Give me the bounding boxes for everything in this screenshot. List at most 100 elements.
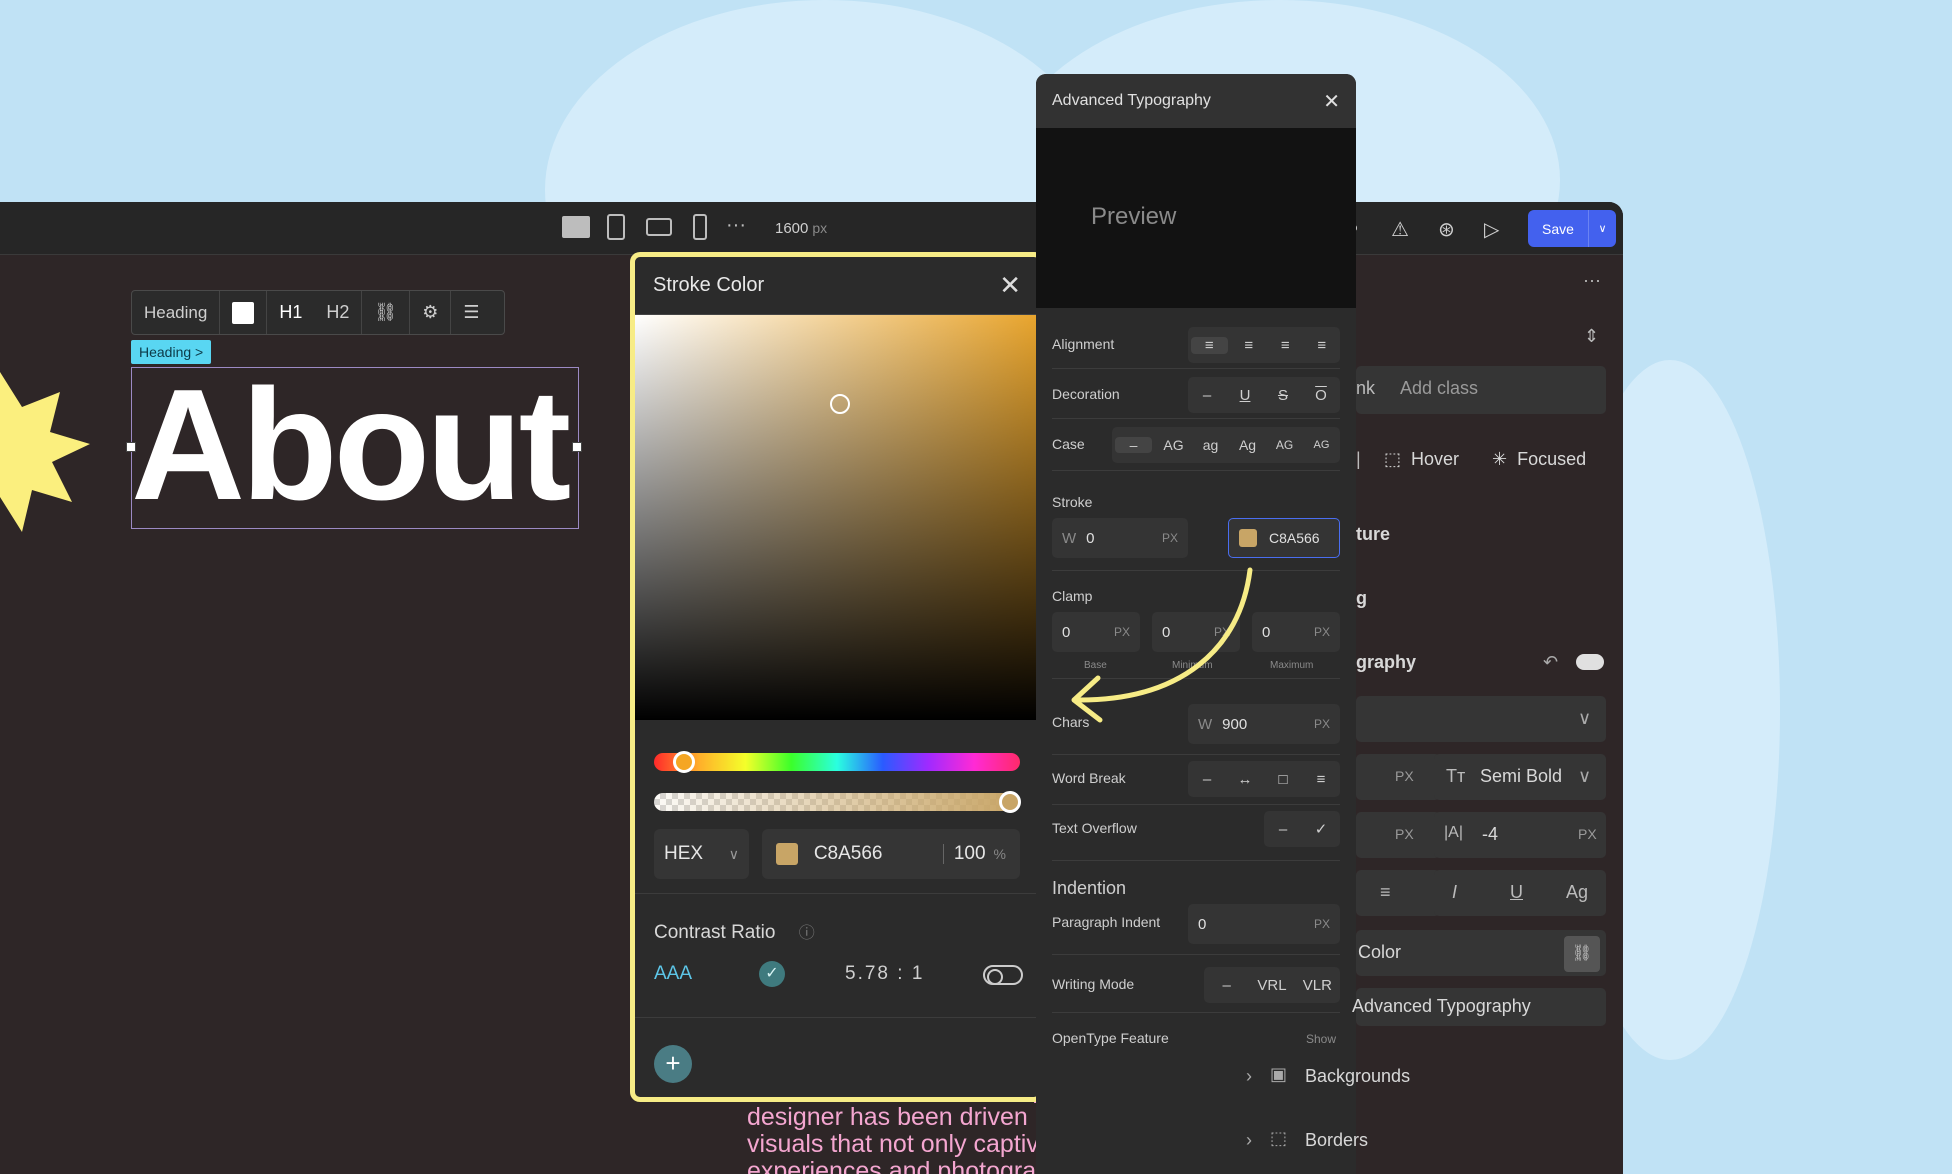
resize-handle-left[interactable] <box>126 442 136 452</box>
save-button[interactable]: Save ∨ <box>1528 210 1616 247</box>
align-center-icon[interactable]: ≡ <box>1231 337 1268 354</box>
desktop-icon[interactable] <box>562 216 590 238</box>
add-class-placeholder[interactable]: Add class <box>1400 378 1478 399</box>
break-word-icon[interactable]: ≡ <box>1302 771 1340 788</box>
case-all-small-caps[interactable]: AG <box>1303 439 1340 451</box>
state-divider: | <box>1356 449 1361 469</box>
sort-icon[interactable]: ⇕ <box>1584 326 1599 347</box>
database-icon[interactable]: ☰ <box>451 291 491 334</box>
focused-state[interactable]: ✳ Focused <box>1492 449 1586 470</box>
hue-slider[interactable] <box>654 753 1020 771</box>
backgrounds-label[interactable]: Backgrounds <box>1305 1066 1410 1087</box>
add-button[interactable]: + <box>654 1045 692 1083</box>
warning-icon[interactable]: ⚠ <box>1391 217 1409 242</box>
divider <box>635 1017 1039 1018</box>
overline-icon[interactable]: O <box>1302 387 1340 404</box>
line-height-unit: PX <box>1395 826 1414 842</box>
align-justify-icon[interactable]: ≡ <box>1304 337 1341 354</box>
info-icon[interactable]: ⓘ <box>799 925 815 942</box>
more-icon[interactable]: ··· <box>1583 270 1601 291</box>
heading-type-label[interactable]: Heading <box>132 291 221 334</box>
chevron-down-icon: ∨ <box>728 845 739 862</box>
stroke-width-input[interactable]: W0 PX <box>1052 518 1188 558</box>
canvas-width[interactable]: 1600 px <box>775 220 827 237</box>
chevron-down-icon[interactable]: ∨ <box>1589 222 1616 235</box>
align-left-icon[interactable]: ≡ <box>1191 336 1228 354</box>
chevron-right-icon[interactable]: › <box>1246 1066 1252 1087</box>
none-icon[interactable]: – <box>1188 771 1226 788</box>
section-heading[interactable]: ture <box>1356 524 1390 545</box>
align-right-icon[interactable]: ≡ <box>1267 337 1304 354</box>
divider <box>635 893 1039 894</box>
unlink-icon[interactable]: ⛓ <box>1564 936 1600 972</box>
align-right-button[interactable] <box>1356 870 1440 916</box>
section-heading[interactable]: graphy <box>1356 652 1416 673</box>
case-none[interactable]: – <box>1115 437 1152 453</box>
format-select[interactable]: HEX ∨ <box>654 829 749 879</box>
saturation-picker[interactable] <box>635 315 1039 720</box>
case-capitalize[interactable]: Ag <box>1229 437 1266 453</box>
section-heading[interactable]: g <box>1356 588 1367 609</box>
close-icon[interactable]: ✕ <box>1323 89 1340 114</box>
typography-toggle[interactable] <box>1576 654 1604 670</box>
tablet-landscape-icon[interactable] <box>646 218 672 236</box>
none-icon[interactable]: – <box>1264 821 1302 838</box>
paragraph-indent-label: Paragraph Indent <box>1052 914 1161 930</box>
borders-label[interactable]: Borders <box>1305 1130 1368 1151</box>
opacity-value[interactable]: 100 <box>954 843 986 865</box>
hover-state[interactable]: ⬚ Hover <box>1384 449 1459 470</box>
color-swatch[interactable] <box>220 291 268 334</box>
check-icon[interactable]: ✓ <box>1302 820 1340 838</box>
close-icon[interactable]: ✕ <box>999 270 1021 301</box>
contrast-toggle[interactable] <box>983 965 1023 985</box>
underline-icon[interactable]: U <box>1226 387 1264 404</box>
font-family-select[interactable] <box>1356 696 1606 742</box>
link-chip[interactable]: nk <box>1356 378 1375 399</box>
hue-knob[interactable] <box>673 751 695 773</box>
font-weight-value[interactable]: Semi Bold <box>1480 766 1562 787</box>
saturation-knob[interactable] <box>830 394 850 414</box>
tablet-icon[interactable] <box>607 214 625 240</box>
mobile-icon[interactable] <box>693 214 707 240</box>
stroke-color-input[interactable]: C8A566 <box>1228 518 1340 558</box>
alpha-slider[interactable] <box>654 793 1020 811</box>
class-input[interactable] <box>1356 366 1606 414</box>
check-icon: ✓ <box>759 961 785 987</box>
break-all-icon[interactable]: ↔ <box>1226 771 1264 788</box>
wm-vlr[interactable]: VLR <box>1295 977 1340 994</box>
resize-handle-right[interactable] <box>572 442 582 452</box>
chevron-right-icon[interactable]: › <box>1246 1130 1252 1151</box>
about-heading[interactable]: About <box>131 355 591 535</box>
play-icon[interactable]: ▷ <box>1484 217 1499 242</box>
alpha-knob[interactable] <box>999 791 1021 813</box>
format-value: HEX <box>664 843 704 864</box>
link-icon[interactable]: ⛓ <box>362 291 411 334</box>
contrast-level: AAA <box>654 963 693 984</box>
opacity-unit: % <box>993 846 1006 862</box>
paragraph-indent-input[interactable]: 0 PX <box>1188 904 1340 944</box>
case-small-caps[interactable]: AG <box>1266 438 1303 452</box>
hex-value[interactable]: C8A566 <box>814 843 943 865</box>
reset-icon[interactable]: ↶ <box>1543 652 1558 673</box>
case-uppercase[interactable]: AG <box>1155 437 1192 453</box>
backgrounds-icon: ▣ <box>1270 1064 1288 1084</box>
settings-icon[interactable]: ⚙ <box>410 291 452 334</box>
italic-icon[interactable]: I <box>1452 882 1457 903</box>
heading-toolbar: Heading H1 H2 ⛓ ⚙ ☰ <box>131 290 505 335</box>
strikethrough-icon[interactable]: S <box>1264 387 1302 404</box>
h1-button[interactable]: H1 <box>267 291 314 334</box>
case-lowercase[interactable]: ag <box>1192 437 1229 453</box>
accessibility-icon[interactable]: ⊛ <box>1438 217 1455 242</box>
more-icon[interactable]: ··· <box>726 214 746 237</box>
hex-input[interactable]: C8A566 100 % <box>762 829 1020 879</box>
wm-vrl[interactable]: VRL <box>1249 977 1294 994</box>
wm-none[interactable]: – <box>1204 977 1249 994</box>
text-case[interactable]: Ag <box>1566 882 1588 903</box>
underline-icon[interactable]: U <box>1510 882 1523 903</box>
h2-button[interactable]: H2 <box>314 291 363 334</box>
show-link[interactable]: Show <box>1306 1032 1336 1046</box>
letter-spacing-value[interactable]: -4 <box>1482 824 1498 845</box>
keep-all-icon[interactable]: □ <box>1264 771 1302 788</box>
contrast-ratio: 5.78 : 1 <box>845 963 925 984</box>
none-icon[interactable]: – <box>1188 387 1226 404</box>
